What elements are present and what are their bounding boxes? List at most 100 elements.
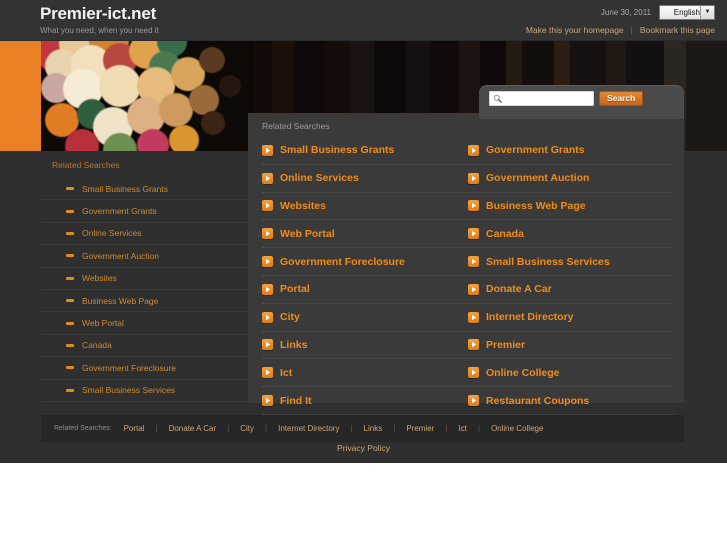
related-search-item[interactable]: Find It [262,395,468,407]
arrow-bullet-icon [468,339,479,351]
related-search-label: Internet Directory [486,311,574,324]
arrow-bullet-icon [468,395,479,407]
dash-bullet-icon [66,388,74,392]
sidebar-item-label: Government Grants [82,206,157,217]
footer-separator: | [393,424,396,433]
related-search-item[interactable]: Internet Directory [468,311,674,323]
page-root: Premier-ict.net What you need, when you … [0,0,727,545]
header-utilities: June 30, 2011 English ▼ Make this your h… [526,4,715,35]
related-search-label: Online Services [280,172,359,185]
footer-link[interactable]: Premier [406,424,434,433]
related-search-row: Government Foreclosure Small Business Ser… [262,248,674,276]
related-search-item[interactable]: Premier [468,339,674,351]
related-search-row: Small Business Grants Government Grants [262,137,674,165]
arrow-bullet-icon [468,200,479,212]
related-search-item[interactable]: Web Portal [262,228,468,240]
related-search-label: Small Business Services [486,255,610,268]
arrow-bullet-icon [262,367,273,379]
chevron-down-icon: ▼ [700,5,714,19]
related-search-label: Links [280,338,308,351]
related-search-item[interactable]: Restaurant Coupons [468,395,674,407]
sidebar-item[interactable]: Government Grants [41,200,249,223]
related-search-label: Business Web Page [486,199,586,212]
sidebar-item[interactable]: Small Business Services [41,380,249,402]
site-header: Premier-ict.net What you need, when you … [0,0,727,41]
arrow-bullet-icon [262,256,273,268]
related-search-row: Websites Business Web Page [262,193,674,221]
related-search-item[interactable]: City [262,311,468,323]
related-search-item[interactable]: Websites [262,200,468,212]
related-search-item[interactable]: Government Auction [468,172,674,184]
sidebar-item-label: Canada [82,340,112,351]
footer-separator: | [155,424,158,433]
search-bar: Search [489,91,644,106]
arrow-bullet-icon [262,144,273,156]
header-links-row: Make this your homepage | Bookmark this … [526,25,715,35]
related-search-item[interactable]: Online Services [262,172,468,184]
related-search-item[interactable]: Ict [262,367,468,379]
arrow-bullet-icon [468,367,479,379]
footer-link[interactable]: Ict [458,424,466,433]
related-search-item[interactable]: Government Grants [468,144,674,156]
privacy-policy-link[interactable]: Privacy Policy [337,443,390,453]
sidebar-item-label: Online Services [82,228,142,239]
sidebar-item[interactable]: Websites [41,268,249,290]
language-select[interactable]: English ▼ [659,4,715,20]
sidebar-item[interactable]: Small Business Grants [41,178,249,201]
related-search-item[interactable]: Online College [468,367,674,379]
arrow-bullet-icon [262,395,273,407]
make-homepage-link[interactable]: Make this your homepage [526,25,624,35]
footer-link[interactable]: Links [364,424,383,433]
sidebar-item-label: Government Auction [82,250,160,261]
sidebar-item-label: Web Portal [82,318,124,329]
hero-orange-block [0,41,41,151]
related-search-label: Portal [280,283,310,296]
arrow-bullet-icon [468,311,479,323]
sidebar-item-label: Small Business Grants [82,183,168,194]
dash-bullet-icon [66,299,74,303]
related-search-item[interactable]: Donate A Car [468,283,674,295]
search-button[interactable]: Search [599,91,644,106]
sidebar-item[interactable]: Canada [41,335,249,358]
bookmark-page-link[interactable]: Bookmark this page [640,25,715,35]
footer-link[interactable]: City [240,424,254,433]
related-search-item[interactable]: Canada [468,228,674,240]
arrow-bullet-icon [262,283,273,295]
footer-link[interactable]: Online College [491,424,543,433]
sidebar-item[interactable]: Government Foreclosure [41,357,249,380]
related-searches-panel: Related Searches Small Business Grants Go… [248,113,684,415]
arrow-bullet-icon [262,200,273,212]
related-search-label: Find It [280,394,312,407]
search-panel: Search [479,85,684,119]
dash-bullet-icon [66,209,74,213]
sidebar-item[interactable]: Government Auction [41,245,249,268]
sidebar-item[interactable]: Online Services [41,223,249,246]
related-search-label: Donate A Car [486,283,552,296]
footer-link[interactable]: Internet Directory [278,424,339,433]
footer-separator: | [477,424,480,433]
dash-bullet-icon [66,276,74,280]
footer-label: Related Searches: [54,425,112,432]
related-search-item[interactable]: Small Business Grants [262,144,468,156]
related-search-item[interactable]: Business Web Page [468,200,674,212]
related-searches-grid: Small Business Grants Government Grants On… [248,137,684,415]
related-search-label: Premier [486,338,526,351]
related-search-item[interactable]: Links [262,339,468,351]
related-search-item[interactable]: Small Business Services [468,256,674,268]
dash-bullet-icon [66,321,74,325]
sidebar-item[interactable]: Web Portal [41,312,249,335]
related-search-item[interactable]: Government Foreclosure [262,256,468,268]
dash-bullet-icon [66,187,74,191]
related-search-item[interactable]: Portal [262,283,468,295]
related-search-row: Online Services Government Auction [262,165,674,193]
arrow-bullet-icon [262,228,273,240]
site-title: Premier-ict.net [40,4,157,23]
website-viewport: Premier-ict.net What you need, when you … [0,0,727,463]
search-input[interactable] [504,94,588,103]
sidebar: Related Searches Small Business Grants Go… [41,160,249,402]
footer-link[interactable]: Donate A Car [169,424,217,433]
search-input-wrapper[interactable] [489,91,594,106]
footer-link[interactable]: Portal [124,424,145,433]
arrow-bullet-icon [262,311,273,323]
sidebar-item[interactable]: Business Web Page [41,290,249,313]
